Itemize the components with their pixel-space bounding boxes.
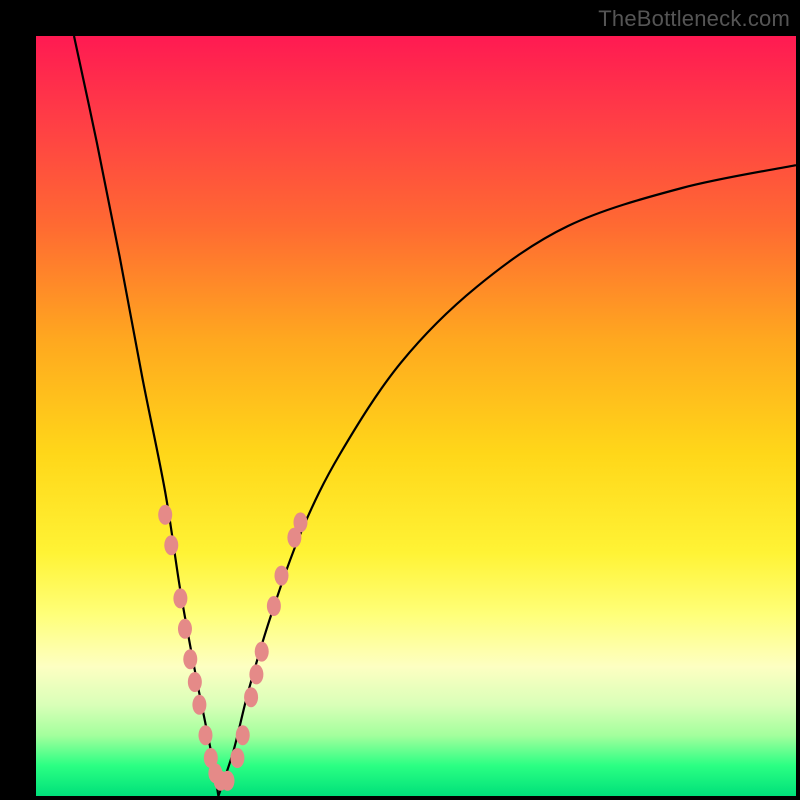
marker-point [274,566,288,586]
marker-point [188,672,202,692]
marker-point [267,596,281,616]
curve-right-branch [218,165,796,796]
marker-point [198,725,212,745]
outer-frame: TheBottleneck.com [0,0,800,800]
chart-svg [36,36,796,796]
marker-point [173,588,187,608]
marker-point [293,512,307,532]
attribution-watermark: TheBottleneck.com [598,6,790,32]
marker-point [164,535,178,555]
plot-area [36,36,796,796]
marker-point [236,725,250,745]
marker-point [192,695,206,715]
marker-point [178,619,192,639]
marker-point [183,649,197,669]
marker-point [255,642,269,662]
marker-point [158,505,172,525]
marker-point [249,664,263,684]
marker-point [244,687,258,707]
marker-point [221,771,235,791]
marker-point [230,748,244,768]
curve-layer [74,36,796,796]
marker-layer [158,505,307,791]
